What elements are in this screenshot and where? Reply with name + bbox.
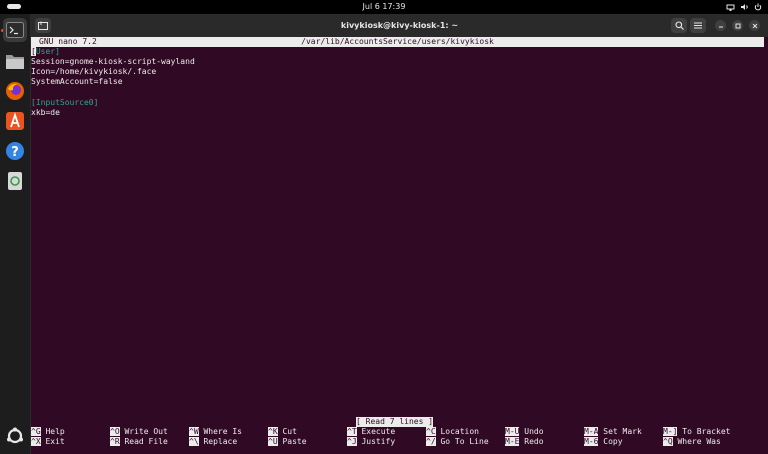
help-icon[interactable]: ? <box>3 139 27 163</box>
maximize-button[interactable] <box>732 20 743 31</box>
shortcut-paste[interactable]: ^U Paste <box>268 437 307 447</box>
shortcut-undo[interactable]: M-U Undo <box>505 427 544 437</box>
editor-line-7[interactable]: xkb=de <box>31 108 60 118</box>
menu-icon[interactable] <box>690 18 706 33</box>
nano-header: GNU nano 7.2 /var/lib/AccountsService/us… <box>31 37 764 47</box>
power-icon <box>754 3 762 11</box>
editor-line-6[interactable]: [InputSource0] <box>31 98 98 108</box>
terminal-window: kivykiosk@kivy-kiosk-1: ~ GNU nano 7.2 /… <box>31 14 768 454</box>
volume-icon <box>740 3 749 11</box>
close-button[interactable] <box>749 20 760 31</box>
editor-line-1[interactable]: [User] <box>31 47 60 57</box>
shortcut-help[interactable]: ^G Help <box>31 427 65 437</box>
nano-editor[interactable]: GNU nano 7.2 /var/lib/AccountsService/us… <box>31 37 768 454</box>
shortcut-set-mark[interactable]: M-A Set Mark <box>584 427 642 437</box>
status-message: [ Read 7 lines ] <box>356 417 434 427</box>
shortcut-go-to-line[interactable]: ^/ Go To Line <box>426 437 489 447</box>
clock[interactable]: Jul 6 17:39 <box>0 2 768 12</box>
search-icon[interactable] <box>671 18 687 33</box>
dock: ? <box>0 14 30 454</box>
trash-icon[interactable] <box>3 169 27 193</box>
title-bar[interactable]: kivykiosk@kivy-kiosk-1: ~ <box>31 14 768 37</box>
shortcut-where-was[interactable]: ^Q Where Was <box>663 437 721 447</box>
app-center-icon[interactable] <box>3 109 27 133</box>
shortcut-to-bracket[interactable]: M-] To Bracket <box>663 427 730 437</box>
shortcut-location[interactable]: ^C Location <box>426 427 479 437</box>
shortcut-replace[interactable]: ^\ Replace <box>189 437 237 447</box>
shortcut-read-file[interactable]: ^R Read File <box>110 437 168 447</box>
show-apps-icon[interactable] <box>3 424 27 448</box>
top-bar: Jul 6 17:39 <box>0 0 768 14</box>
file-path: /var/lib/AccountsService/users/kivykiosk <box>301 37 494 46</box>
shortcut-where-is[interactable]: ^W Where Is <box>189 427 242 437</box>
firefox-icon[interactable] <box>3 79 27 103</box>
editor-line-3[interactable]: Icon=/home/kivykiosk/.face <box>31 67 156 77</box>
shortcut-write-out[interactable]: ^O Write Out <box>110 427 168 437</box>
shortcut-redo[interactable]: M-E Redo <box>505 437 544 447</box>
network-icon <box>726 3 735 11</box>
svg-text:?: ? <box>11 145 19 160</box>
shortcut-cut[interactable]: ^K Cut <box>268 427 297 437</box>
shortcut-execute[interactable]: ^T Execute <box>347 427 395 437</box>
window-title: kivykiosk@kivy-kiosk-1: ~ <box>340 21 459 30</box>
system-tray[interactable] <box>726 1 762 13</box>
shortcut-copy[interactable]: M-6 Copy <box>584 437 623 447</box>
minimize-button[interactable] <box>715 20 726 31</box>
editor-line-2[interactable]: Session=gnome-kiosk-script-wayland <box>31 57 195 67</box>
editor-line-4[interactable]: SystemAccount=false <box>31 77 123 87</box>
files-icon[interactable] <box>3 49 27 73</box>
terminal-icon[interactable] <box>3 18 27 42</box>
shortcut-justify[interactable]: ^J Justify <box>347 437 395 447</box>
shortcut-exit[interactable]: ^X Exit <box>31 437 65 447</box>
